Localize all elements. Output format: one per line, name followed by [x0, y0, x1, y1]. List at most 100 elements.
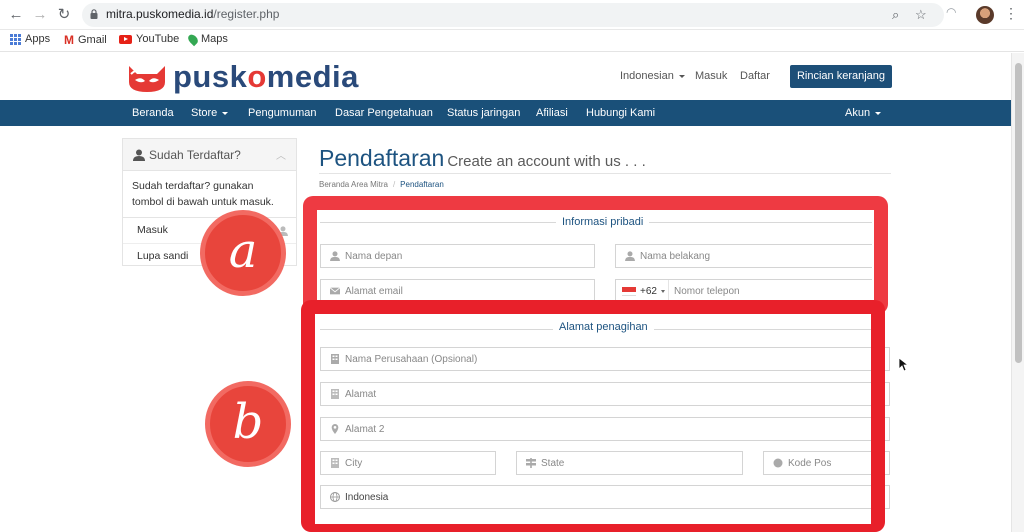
first-name-field[interactable]: Nama depan	[320, 244, 595, 268]
nav-item-store[interactable]: Store	[191, 107, 229, 119]
field-placeholder: Alamat 2	[345, 424, 385, 435]
profile-avatar[interactable]	[976, 6, 994, 24]
phone-field[interactable]: +62 Nomor telepon	[615, 279, 872, 303]
company-field[interactable]: Nama Perusahaan (Opsional)	[320, 347, 890, 371]
url-text: mitra.puskomedia.id/register.php	[106, 7, 280, 21]
last-name-field[interactable]: Nama belakang	[615, 244, 872, 268]
browser-toolbar: ← → ↻ mitra.puskomedia.id/register.php ⌕…	[0, 0, 1024, 30]
lock-icon	[90, 9, 98, 19]
bookmark-apps[interactable]: Apps	[10, 33, 50, 45]
chevron-down-icon	[222, 111, 229, 115]
indonesia-flag-icon[interactable]	[622, 287, 636, 296]
chevron-up-icon[interactable]: ︿	[276, 147, 286, 162]
language-selector[interactable]: Indonesian	[620, 70, 685, 82]
field-placeholder: Nomor telepon	[674, 286, 740, 297]
zoom-icon[interactable]: ⌕	[892, 7, 899, 23]
postcode-field[interactable]: Kode Pos	[763, 451, 890, 475]
field-placeholder: City	[345, 458, 363, 469]
email-field[interactable]: Alamat email	[320, 279, 595, 303]
bookmark-star-icon[interactable]: ☆	[915, 7, 927, 23]
annotation-label-b: b	[232, 394, 264, 450]
chevron-down-icon	[678, 74, 685, 78]
main-navbar: Beranda Store Pengumuman Dasar Pengetahu…	[0, 100, 1011, 126]
nav-item-knowledgebase[interactable]: Dasar Pengetahuan	[335, 107, 433, 119]
field-placeholder: Nama Perusahaan (Opsional)	[345, 354, 478, 365]
bookmark-maps[interactable]: Maps	[186, 32, 228, 46]
address2-field[interactable]: Alamat 2	[320, 417, 890, 441]
reload-icon[interactable]: ↻	[54, 5, 74, 25]
apps-grid-icon	[10, 33, 21, 45]
breadcrumb-item[interactable]: Beranda Area Mitra	[319, 180, 388, 189]
site-logo[interactable]: puskomedia	[125, 58, 359, 96]
panel-header[interactable]: Sudah Terdaftar? ︿	[123, 139, 296, 171]
nav-item-label: Store	[191, 107, 218, 119]
page-scrollbar[interactable]	[1011, 53, 1024, 532]
register-link[interactable]: Daftar	[740, 70, 770, 82]
country-select[interactable]: Indonesia	[320, 485, 890, 509]
chevron-down-icon	[661, 290, 665, 293]
title-divider	[319, 173, 891, 174]
annotation-marker-a: a	[200, 210, 286, 296]
browser-menu-icon[interactable]: ⋮	[1004, 5, 1018, 22]
building-icon	[331, 389, 339, 399]
field-placeholder: Alamat	[345, 389, 377, 400]
breadcrumb-current: Pendaftaran	[400, 180, 444, 189]
address-field[interactable]: Alamat	[320, 382, 890, 406]
sidebar-item-label: Masuk	[137, 224, 168, 236]
bookmark-label: Maps	[201, 33, 228, 45]
extension-icon[interactable]: ◠	[946, 5, 962, 19]
page-title-text: Pendaftaran	[319, 145, 445, 171]
globe-icon	[330, 492, 340, 502]
building-icon	[331, 354, 339, 364]
nav-item-affiliates[interactable]: Afiliasi	[536, 107, 568, 119]
chevron-down-icon	[875, 111, 882, 115]
map-marker-icon	[331, 424, 339, 434]
field-placeholder: State	[541, 458, 565, 469]
youtube-icon	[119, 34, 132, 44]
bookmark-label: Gmail	[78, 34, 107, 46]
panel-description: Sudah terdaftar? gunakan tombol di bawah…	[123, 171, 296, 218]
field-placeholder: Kode Pos	[788, 458, 832, 469]
signpost-icon	[526, 458, 536, 468]
annotation-label-a: a	[228, 223, 258, 279]
user-icon	[133, 149, 145, 161]
city-field[interactable]: City	[320, 451, 496, 475]
field-placeholder: Nama belakang	[640, 251, 711, 262]
panel-title: Sudah Terdaftar?	[149, 148, 241, 162]
section-legend-billing: Alamat penagihan	[553, 321, 654, 333]
cart-button[interactable]: Rincian keranjang	[790, 65, 892, 88]
nav-item-label: Akun	[845, 107, 871, 119]
bookmark-gmail[interactable]: M Gmail	[64, 33, 107, 47]
address-bar[interactable]: mitra.puskomedia.id/register.php ⌕ ☆	[82, 3, 944, 27]
logo-wordmark: puskomedia	[173, 59, 359, 94]
nav-item-announcements[interactable]: Pengumuman	[248, 107, 317, 119]
nav-item-network-status[interactable]: Status jaringan	[447, 107, 520, 119]
building-icon	[331, 458, 339, 468]
dial-code[interactable]: +62	[640, 286, 657, 297]
state-field[interactable]: State	[516, 451, 743, 475]
bookmark-label: Apps	[25, 33, 51, 45]
breadcrumb: Beranda Area Mitra / Pendaftaran	[319, 180, 444, 189]
sidebar-item-label: Lupa sandi	[137, 250, 189, 262]
nav-item-account[interactable]: Akun	[845, 107, 882, 119]
bookmark-youtube[interactable]: YouTube	[119, 33, 179, 45]
bookmarks-bar: Apps M Gmail YouTube Maps	[0, 30, 1024, 52]
section-legend-personal: Informasi pribadi	[556, 216, 650, 228]
mouse-cursor-icon	[899, 358, 909, 372]
nav-item-home[interactable]: Beranda	[132, 107, 174, 119]
bookmark-label: YouTube	[136, 33, 180, 45]
cat-logo-icon	[129, 66, 165, 92]
page-title: Pendaftaran Create an account with us . .…	[319, 145, 646, 172]
back-icon[interactable]: ←	[6, 5, 26, 25]
envelope-icon	[330, 287, 340, 295]
language-label: Indonesian	[620, 70, 674, 82]
nav-item-contact[interactable]: Hubungi Kami	[586, 107, 655, 119]
annotation-marker-b: b	[205, 381, 291, 467]
login-link[interactable]: Masuk	[695, 70, 727, 82]
page-subtitle: Create an account with us . . .	[447, 153, 646, 170]
forward-icon[interactable]: →	[30, 5, 50, 25]
field-placeholder: Alamat email	[345, 286, 403, 297]
scrollbar-thumb[interactable]	[1015, 63, 1022, 363]
user-icon	[625, 251, 635, 261]
circle-icon	[773, 458, 783, 468]
